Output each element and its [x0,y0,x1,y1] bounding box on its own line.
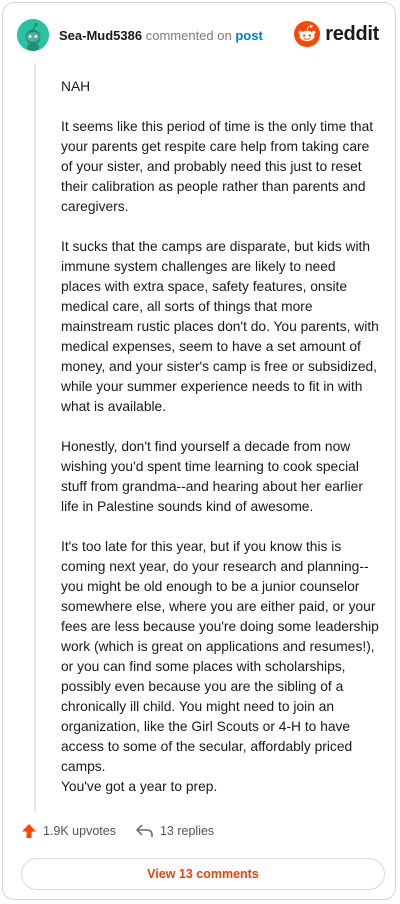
username-link[interactable]: Sea-Mud5386 [59,28,142,43]
thread-line [34,63,36,811]
comment-paragraph: It seems like this period of time is the… [61,119,374,214]
comment-meta: Sea-Mud5386 commented on post [59,28,263,43]
view-comments-button[interactable]: View 13 comments [21,858,385,890]
comment-paragraph: It's too late for this year, but if you … [61,539,379,774]
upvote-arrow-icon [22,824,36,838]
comment-actions: 1.9K upvotes 13 replies [21,823,214,839]
reddit-wordmark: reddit [325,22,379,45]
replies-button[interactable]: 13 replies [136,824,214,838]
comment-card: Sea-Mud5386 commented on post reddit NAH… [2,2,396,900]
comment-paragraph: NAH [61,79,91,94]
upvote-button[interactable]: 1.9K upvotes [21,823,116,839]
replies-count: 13 replies [159,824,215,838]
comment-paragraph: You've got a year to prep. [61,779,218,794]
snoo-avatar-icon [17,19,49,51]
reddit-snoo-icon [294,21,321,47]
comment-header: Sea-Mud5386 commented on post reddit [17,19,381,53]
comment-body: NAH It seems like this period of time is… [61,77,379,797]
user-avatar[interactable] [17,19,49,51]
commented-on-label: commented on [145,28,232,43]
upvote-count: 1.9K upvotes [43,824,116,838]
comment-paragraph: Honestly, don't find yourself a decade f… [61,439,363,514]
reply-arrow-icon [136,824,153,837]
comment-paragraph: It sucks that the camps are disparate, b… [61,239,379,414]
post-link[interactable]: post [235,28,262,43]
reddit-logo[interactable]: reddit [294,21,379,47]
